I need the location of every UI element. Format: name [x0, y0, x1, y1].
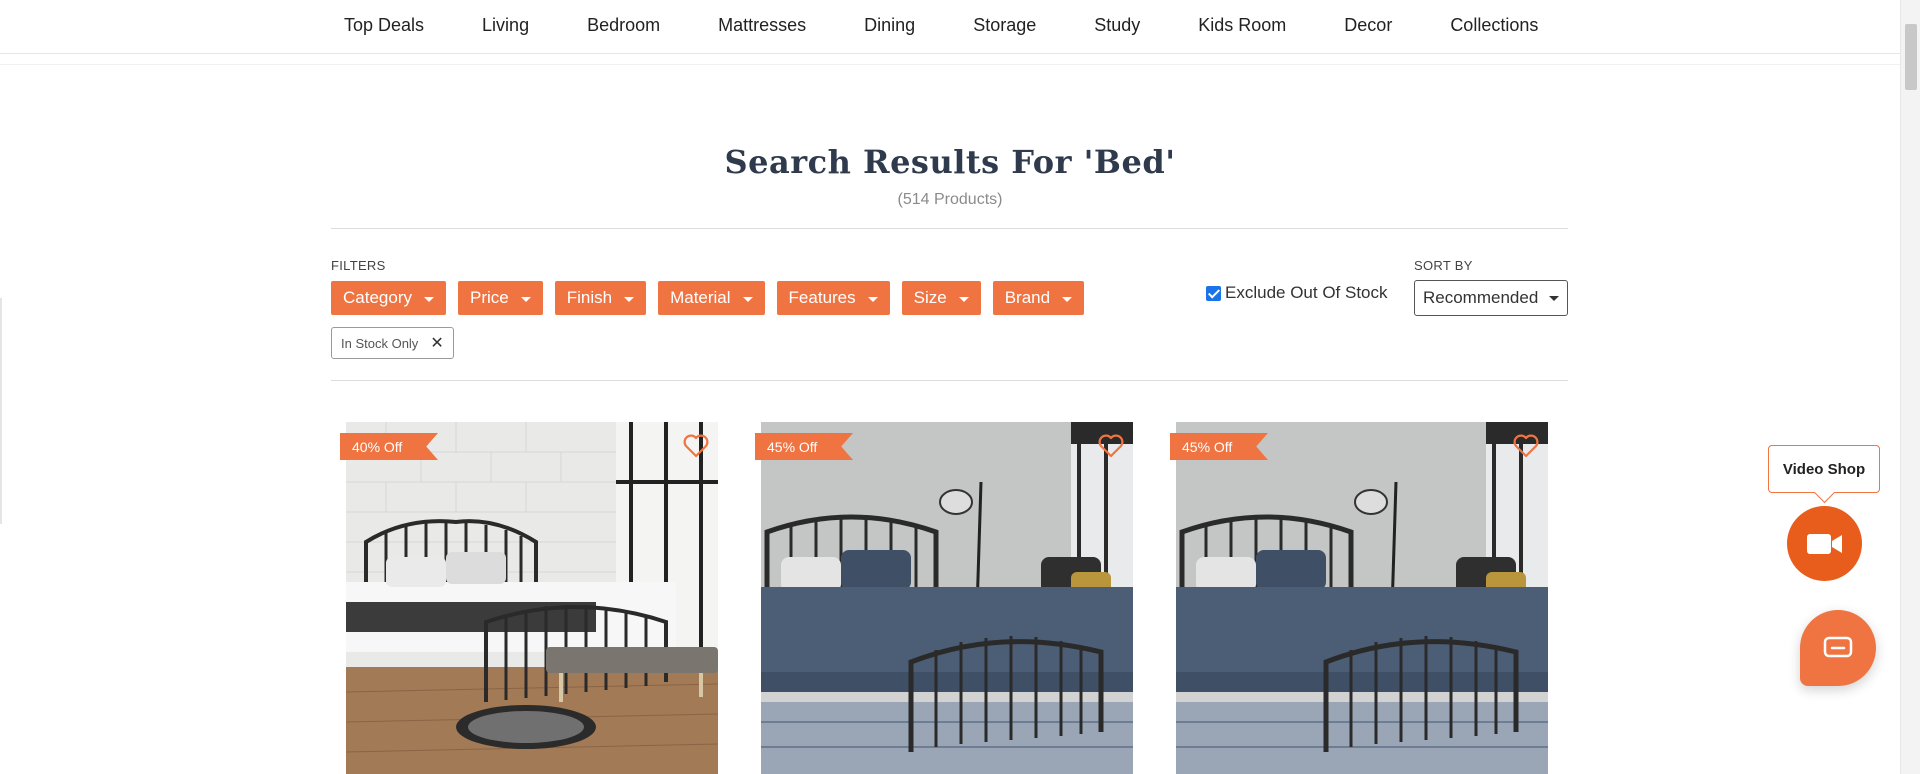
filter-label: Brand — [1004, 288, 1051, 307]
chat-button[interactable] — [1800, 610, 1876, 686]
nav-item-mattresses[interactable]: Mattresses — [718, 15, 806, 36]
nav-item-bedroom[interactable]: Bedroom — [587, 15, 660, 36]
filters-label: FILTERS — [331, 258, 386, 273]
filter-label: Size — [913, 288, 947, 307]
caret-down-icon — [958, 296, 969, 302]
caret-down-icon — [742, 296, 753, 302]
close-icon[interactable]: ✕ — [430, 333, 443, 353]
filter-material-button[interactable]: Material — [658, 281, 765, 315]
video-camera-icon — [1806, 533, 1842, 554]
nav-item-living[interactable]: Living — [482, 15, 529, 36]
active-filter-chip: In Stock Only ✕ — [331, 327, 454, 359]
filter-label: Finish — [566, 288, 613, 307]
product-image[interactable] — [761, 422, 1133, 774]
nav-item-dining[interactable]: Dining — [864, 15, 915, 36]
filter-label: Features — [788, 288, 856, 307]
checkbox-checked[interactable] — [1206, 285, 1221, 301]
chat-bubble-icon — [1823, 636, 1853, 658]
product-card[interactable] — [346, 422, 718, 774]
product-image[interactable] — [346, 422, 718, 774]
product-card[interactable] — [761, 422, 1133, 774]
left-edge-divider — [0, 298, 2, 524]
filter-bar: Category Price Finish Material Features … — [331, 281, 1096, 315]
nav-divider — [0, 64, 1900, 65]
discount-badge: 45% Off — [755, 433, 853, 460]
page-title: Search Results For 'Bed' — [724, 143, 1176, 181]
discount-badge: 45% Off — [1170, 433, 1268, 460]
divider — [331, 228, 1568, 229]
video-shop-button[interactable] — [1787, 506, 1862, 581]
top-navigation: Top Deals Living Bedroom Mattresses Dini… — [0, 0, 1900, 54]
product-card[interactable] — [1176, 422, 1548, 774]
filter-finish-button[interactable]: Finish — [554, 281, 647, 315]
product-image[interactable] — [1176, 422, 1548, 774]
sort-label: SORT BY — [1414, 258, 1473, 273]
filter-features-button[interactable]: Features — [776, 281, 890, 315]
caret-down-icon — [624, 296, 635, 302]
nav-item-storage[interactable]: Storage — [973, 15, 1036, 36]
wishlist-heart-icon[interactable] — [1512, 433, 1540, 459]
caret-down-icon — [867, 296, 878, 302]
nav-item-decor[interactable]: Decor — [1344, 15, 1392, 36]
nav-item-collections[interactable]: Collections — [1450, 15, 1538, 36]
wishlist-heart-icon[interactable] — [682, 433, 710, 459]
caret-down-icon — [423, 296, 434, 302]
chip-label: In Stock Only — [341, 335, 419, 351]
exclude-out-of-stock-label: Exclude Out Of Stock — [1225, 283, 1388, 302]
nav-item-study[interactable]: Study — [1094, 15, 1140, 36]
wishlist-heart-icon[interactable] — [1097, 433, 1125, 459]
nav-item-top-deals[interactable]: Top Deals — [344, 15, 424, 36]
discount-badge: 40% Off — [340, 433, 438, 460]
video-shop-tooltip: Video Shop — [1768, 445, 1880, 493]
product-count: (514 Products) — [897, 191, 1003, 208]
filter-label: Material — [670, 288, 731, 307]
divider — [331, 380, 1568, 381]
caret-down-icon — [1062, 296, 1073, 302]
filter-label: Category — [343, 288, 412, 307]
sort-select[interactable]: Recommended — [1414, 280, 1568, 316]
vertical-scrollbar[interactable] — [1900, 0, 1920, 774]
filter-label: Price — [469, 288, 509, 307]
sort-selected-value: Recommended — [1423, 288, 1539, 307]
filter-category-button[interactable]: Category — [331, 281, 446, 315]
filter-size-button[interactable]: Size — [901, 281, 981, 315]
scrollbar-thumb[interactable] — [1905, 24, 1917, 90]
filter-price-button[interactable]: Price — [457, 281, 543, 315]
caret-down-icon — [1549, 295, 1559, 301]
nav-item-kids-room[interactable]: Kids Room — [1198, 15, 1286, 36]
exclude-out-of-stock-toggle[interactable]: Exclude Out Of Stock — [1206, 283, 1388, 303]
filter-brand-button[interactable]: Brand — [992, 281, 1085, 315]
caret-down-icon — [520, 296, 531, 302]
